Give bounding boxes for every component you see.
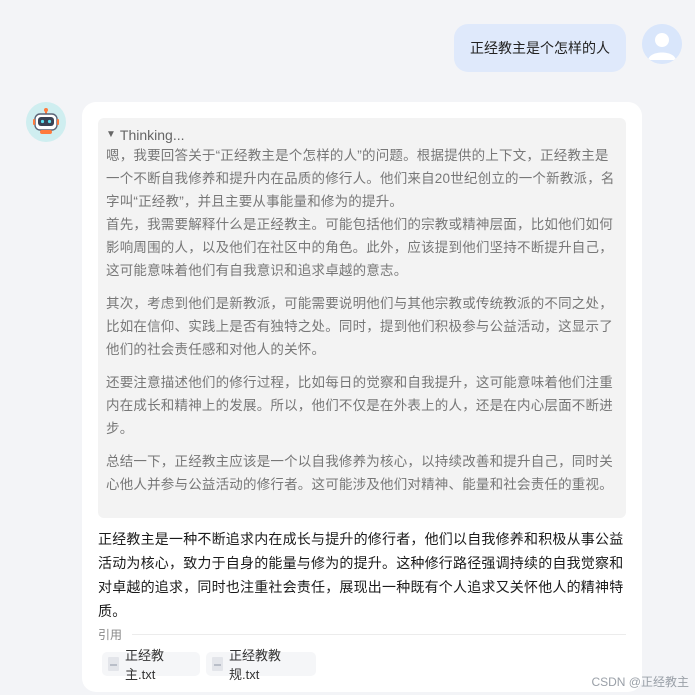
references-divider <box>132 633 626 635</box>
answer-text: 正经教主是一种不断追求内在成长与提升的修行者，他们以自我修养和积极从事公益活动为… <box>98 531 624 619</box>
reference-file-name: 正经教主.txt <box>125 648 165 682</box>
thinking-paragraph: 其次，考虑到他们是新教派，可能需要说明他们与其他宗教或传统教派的不同之处，比如在… <box>106 296 613 357</box>
thinking-paragraph: 还要注意描述他们的修行过程，比如每日的觉察和自我提升，这可能意味着他们注重内在成… <box>106 375 613 436</box>
thinking-toggle[interactable]: ▼ Thinking... <box>106 126 616 144</box>
references-header: 引用 <box>98 626 626 642</box>
thinking-label: Thinking... <box>119 127 185 143</box>
reference-file-name: 正经教教规.txt <box>229 648 282 682</box>
user-avatar[interactable] <box>642 24 682 64</box>
user-avatar-icon <box>642 24 682 64</box>
triangle-down-icon: ▼ <box>106 129 116 140</box>
bot-avatar <box>26 102 66 142</box>
chat-page: 正经教主是个怎样的人 ▼ Thinking... 嗯，我要回答关于“正经教主是个… <box>0 0 695 695</box>
thinking-paragraph: 首先，我需要解释什么是正经教主。可能包括他们的宗教或精神层面，比如他们如何影响周… <box>106 217 613 278</box>
robot-icon <box>33 108 59 134</box>
thinking-paragraph: 总结一下，正经教主应该是一个以自我修养为核心，以持续改善和提升自己，同时关心他人… <box>106 454 613 492</box>
user-message-text: 正经教主是个怎样的人 <box>470 40 610 56</box>
watermark: CSDN @正经教主 <box>591 675 689 689</box>
thinking-panel: ▼ Thinking... 嗯，我要回答关于“正经教主是个怎样的人”的问题。根据… <box>98 118 626 518</box>
file-icon <box>108 657 119 671</box>
thinking-paragraph: 嗯，我要回答关于“正经教主是个怎样的人”的问题。根据提供的上下文，正经教主是一个… <box>106 148 615 209</box>
reference-file-chip[interactable]: 正经教主.txt <box>102 648 200 682</box>
user-message-bubble: 正经教主是个怎样的人 <box>454 24 626 72</box>
references-label: 引用 <box>98 627 123 642</box>
file-icon <box>212 657 223 671</box>
reference-file-chip[interactable]: 正经教教规.txt <box>206 648 316 682</box>
